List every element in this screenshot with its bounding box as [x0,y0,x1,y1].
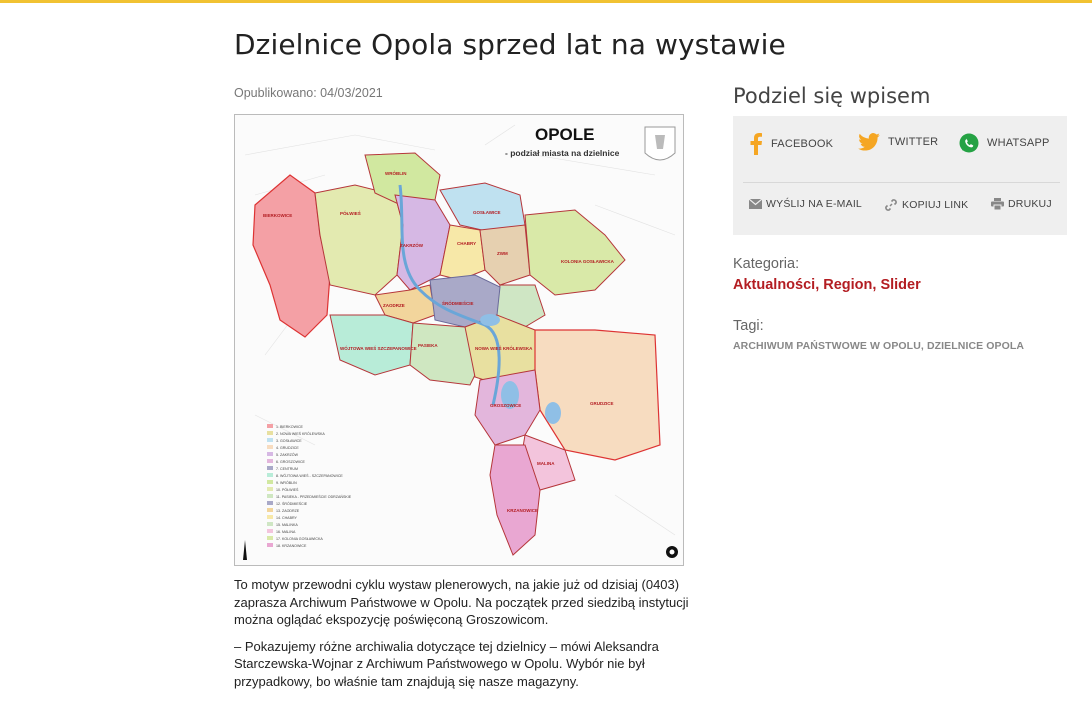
tag-link[interactable]: DZIELNICE OPOLA [927,340,1024,352]
svg-text:WRÓBLIN: WRÓBLIN [385,169,407,176]
svg-text:KOLONIA GOSŁAWICKA: KOLONIA GOSŁAWICKA [561,259,615,264]
svg-text:3. GOSŁAWICE: 3. GOSŁAWICE [276,439,302,443]
email-share-button[interactable]: WYŚLIJ NA E-MAIL [749,198,862,210]
copy-link-button[interactable]: KOPIUJ LINK [884,198,968,212]
email-label: WYŚLIJ NA E-MAIL [766,198,862,210]
svg-text:12. ŚRÓDMIEŚCIE: 12. ŚRÓDMIEŚCIE [276,501,308,506]
svg-text:2. NOWA WIEŚ KRÓLEWSKA: 2. NOWA WIEŚ KRÓLEWSKA [276,431,325,436]
svg-text:KRZANOWICE: KRZANOWICE [507,508,538,513]
svg-text:WÓJTOWA WIEŚ SZCZEPANOWICE: WÓJTOWA WIEŚ SZCZEPANOWICE [340,344,417,351]
svg-text:ŚRÓDMIEŚCIE: ŚRÓDMIEŚCIE [442,299,474,306]
svg-text:NOWA WIEŚ KRÓLEWSKA: NOWA WIEŚ KRÓLEWSKA [475,344,533,351]
category-link[interactable]: Region [823,277,872,293]
opole-districts-map: OPOLE - podział miasta na dzielnice BIER… [235,115,683,565]
category-link[interactable]: Aktualności [733,277,815,293]
svg-text:16. MALINA: 16. MALINA [276,530,296,534]
printer-icon [991,198,1004,210]
svg-text:CHABRY: CHABRY [457,241,476,246]
facebook-share-button[interactable]: FACEBOOK [749,133,833,155]
whatsapp-label: WHATSAPP [987,137,1050,149]
svg-text:1. BIERKOWICE: 1. BIERKOWICE [276,425,304,429]
svg-text:ZAKRZÓW: ZAKRZÓW [400,241,424,248]
svg-text:PÓŁWIEŚ: PÓŁWIEŚ [340,209,361,216]
article-paragraph: To motyw przewodni cyklu wystaw plenerow… [234,577,689,627]
category-label: Kategoria: [733,256,800,272]
map-subheading: - podział miasta na dzielnice [505,148,620,158]
svg-text:ZWM: ZWM [497,251,508,256]
twitter-share-button[interactable]: TWITTER [858,133,938,151]
svg-text:7. CENTRUM: 7. CENTRUM [276,467,298,471]
share-divider [743,182,1060,183]
svg-text:BIERKOWICE: BIERKOWICE [263,213,292,218]
top-accent-bar [0,0,1092,3]
district-polwies [314,184,404,296]
publish-date: Opublikowano: 04/03/2021 [234,86,383,100]
whatsapp-share-button[interactable]: WHATSAPP [959,133,1050,153]
whatsapp-icon [959,133,979,153]
share-heading: Podziel się wpisem [733,84,931,108]
category-link[interactable]: Slider [880,277,920,293]
svg-text:ZAODRZE: ZAODRZE [383,303,405,308]
envelope-icon [749,199,762,209]
link-icon [884,198,898,212]
svg-text:13. ZAODRZE: 13. ZAODRZE [276,509,300,513]
svg-text:GROSZOWICE: GROSZOWICE [490,403,521,408]
tags-list: ARCHIWUM PAŃSTWOWE W OPOLU, DZIELNICE OP… [733,340,1025,352]
logo-icon [666,546,678,558]
svg-text:18. KRZANOWICE: 18. KRZANOWICE [276,544,307,548]
tag-link[interactable]: ARCHIWUM PAŃSTWOWE W OPOLU [733,340,921,352]
svg-text:11. PASIEKA - PRZEDMIEŚCIE ODR: 11. PASIEKA - PRZEDMIEŚCIE ODRZAŃSKIE [276,494,352,499]
twitter-label: TWITTER [888,136,939,148]
coat-of-arms-icon [644,126,676,161]
share-panel: FACEBOOK TWITTER WHATSAPP WYŚLIJ NA E-MA… [733,116,1067,235]
print-label: DRUKUJ [1008,198,1052,210]
print-button[interactable]: DRUKUJ [991,198,1052,210]
svg-text:10. PÓŁWIEŚ: 10. PÓŁWIEŚ [276,487,299,492]
tags-label: Tagi: [733,318,764,334]
svg-text:17. KOLONIA GOSŁAWICKA: 17. KOLONIA GOSŁAWICKA [276,537,323,541]
svg-text:5. ZAKRZÓW: 5. ZAKRZÓW [276,452,299,457]
svg-text:4. GRUDZICE: 4. GRUDZICE [276,446,299,450]
svg-text:9. WRÓBLIN: 9. WRÓBLIN [276,480,297,485]
article-image[interactable]: OPOLE - podział miasta na dzielnice BIER… [234,114,684,566]
svg-text:MALINA: MALINA [537,461,555,466]
article-body: To motyw przewodni cyklu wystaw plenerow… [234,576,714,699]
svg-text:6. GROSZOWICE: 6. GROSZOWICE [276,460,306,464]
svg-text:14. CHABRY: 14. CHABRY [276,516,298,520]
facebook-label: FACEBOOK [771,138,834,150]
copy-link-label: KOPIUJ LINK [902,199,969,211]
map-heading: OPOLE [535,125,595,144]
article-paragraph: – Pokazujemy różne archiwalia dotyczące … [234,638,659,689]
svg-text:GOSŁAWICE: GOSŁAWICE [473,210,501,215]
svg-text:8. WÓJTOWA WIEŚ - SZCZEPANOWIC: 8. WÓJTOWA WIEŚ - SZCZEPANOWICE [276,473,343,478]
svg-text:GRUDZICE: GRUDZICE [590,401,614,406]
svg-text:PASIEKA: PASIEKA [418,343,438,348]
category-list: Aktualności, Region, Slider [733,277,921,293]
svg-text:15. MALINKA: 15. MALINKA [276,523,298,527]
facebook-icon [749,133,763,155]
page-title: Dzielnice Opola sprzed lat na wystawie [234,28,786,61]
twitter-icon [858,133,880,151]
